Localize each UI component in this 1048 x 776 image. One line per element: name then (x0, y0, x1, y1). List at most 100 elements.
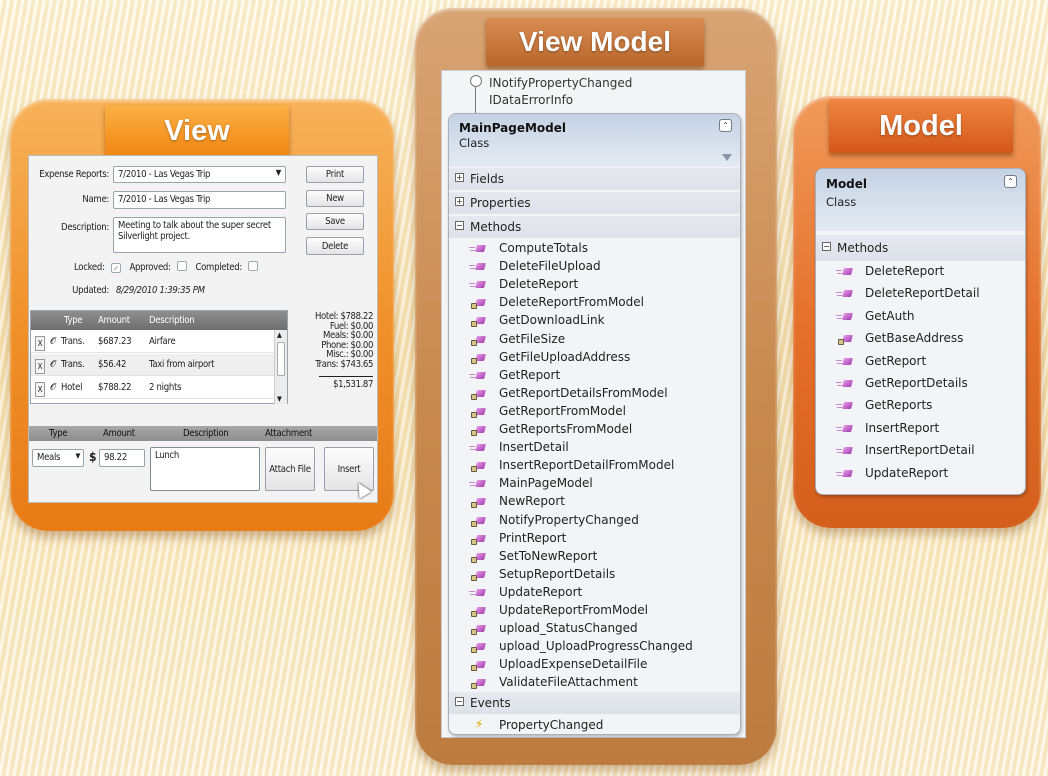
model-method-item[interactable]: DeleteReport (865, 264, 944, 278)
method-icon (471, 496, 487, 509)
method-icon (471, 515, 487, 527)
view-model-method-item[interactable]: GetFileSize (499, 332, 565, 346)
print-button[interactable]: Print (306, 166, 364, 183)
view-model-method-item[interactable]: ComputeTotals (499, 241, 588, 255)
view-model-method-item[interactable]: UpdateReport (499, 585, 582, 599)
collapse-icon[interactable]: ⌃ (719, 119, 732, 132)
approved-checkbox[interactable] (177, 261, 188, 271)
view-model-method-item[interactable]: NewReport (499, 494, 565, 508)
collapse-icon[interactable]: ⌃ (1004, 175, 1017, 188)
method-icon (469, 243, 487, 255)
section-label: Methods (470, 220, 522, 234)
view-model-method-item[interactable]: SetToNewReport (499, 549, 597, 563)
entry-column-description: Description (183, 428, 229, 439)
model-method-item[interactable]: InsertReport (865, 421, 939, 435)
view-model-method-item[interactable]: DeleteFileUpload (499, 259, 601, 273)
currency-symbol: $ (89, 450, 97, 464)
view-model-method-item[interactable]: PrintReport (499, 531, 566, 545)
method-icon (471, 605, 487, 617)
view-model-method-item[interactable]: UpdateReportFromModel (499, 603, 648, 617)
delete-row-button[interactable]: X (35, 359, 45, 374)
view-model-method-item[interactable]: SetupReportDetails (499, 567, 615, 581)
expand-icon[interactable]: + (455, 173, 464, 182)
table-row[interactable]: X 𝒪 Trans. $56.42 Taxi from airport (31, 354, 275, 376)
view-model-tab: View Model (486, 18, 704, 66)
paperclip-icon[interactable]: 𝒪 (50, 382, 56, 393)
table-row[interactable]: X 𝒪 Trans. $687.23 Airfare (31, 331, 275, 353)
scroll-up-icon[interactable]: ▲ (277, 331, 282, 339)
model-method-item[interactable]: GetBaseAddress (865, 331, 963, 345)
row-description: 2 nights (149, 382, 182, 393)
view-model-method-item[interactable]: GetReport (499, 368, 560, 382)
view-model-method-item[interactable]: GetFileUploadAddress (499, 350, 630, 364)
description-field[interactable]: Meeting to talk about the super secret S… (113, 217, 286, 253)
attach-file-button[interactable]: Attach File (265, 447, 315, 491)
model-method-item[interactable]: GetReportDetails (865, 376, 968, 390)
model-method-item[interactable]: GetAuth (865, 309, 915, 323)
section-label: Methods (837, 241, 889, 255)
view-model-method-item[interactable]: ValidateFileAttachment (499, 675, 638, 689)
model-methods-section-header[interactable]: − Methods (816, 235, 1025, 261)
scroll-down-icon[interactable]: ▼ (277, 395, 282, 403)
view-tab: View (105, 105, 289, 157)
view-model-method-item[interactable]: GetReportDetailsFromModel (499, 386, 668, 400)
view-model-method-item[interactable]: upload_UploadProgressChanged (499, 639, 693, 653)
status-row: Locked: ✓ Approved: Completed: (74, 261, 259, 273)
row-amount: $788.22 (98, 382, 132, 393)
new-button[interactable]: New (306, 190, 364, 207)
scroll-thumb[interactable] (277, 342, 285, 376)
chevron-down-icon: ▼ (275, 168, 282, 177)
expense-reports-dropdown[interactable]: 7/2010 - Las Vegas Trip ▼ (113, 166, 286, 183)
view-model-method-item[interactable]: UploadExpenseDetailFile (499, 657, 647, 671)
delete-row-button[interactable]: X (35, 382, 45, 397)
delete-row-button[interactable]: X (35, 336, 45, 351)
event-propertychanged[interactable]: PropertyChanged (499, 718, 603, 732)
view-model-method-item[interactable]: NotifyPropertyChanged (499, 513, 639, 527)
model-method-item[interactable]: InsertReportDetail (865, 443, 975, 457)
model-method-item[interactable]: DeleteReportDetail (865, 286, 980, 300)
completed-checkbox[interactable] (248, 261, 259, 271)
method-icon (838, 333, 854, 346)
grid-column-amount: Amount (98, 315, 130, 326)
events-section-header[interactable]: − Events (449, 692, 740, 714)
view-model-method-item[interactable]: GetDownloadLink (499, 313, 605, 327)
view-model-method-item[interactable]: DeleteReport (499, 277, 578, 291)
table-row[interactable]: X 𝒪 Hotel $788.22 2 nights (31, 377, 275, 399)
fields-section-header[interactable]: + Fields (449, 168, 740, 190)
paperclip-icon[interactable]: 𝒪 (50, 359, 56, 370)
collapse-section-icon[interactable]: − (822, 242, 831, 251)
entry-description-field[interactable]: Lunch (150, 447, 260, 491)
view-model-method-item[interactable]: GetReportsFromModel (499, 422, 632, 436)
entry-type-dropdown[interactable]: Meals ▼ (32, 449, 84, 467)
collapse-section-icon[interactable]: − (455, 221, 464, 230)
properties-section-header[interactable]: + Properties (449, 192, 740, 214)
expand-icon[interactable]: + (455, 197, 464, 206)
grid-column-description: Description (149, 315, 195, 326)
save-button[interactable]: Save (306, 213, 364, 230)
delete-button[interactable]: Delete (306, 237, 364, 255)
paperclip-icon[interactable]: 𝒪 (50, 336, 56, 347)
view-model-method-item[interactable]: DeleteReportFromModel (499, 295, 644, 309)
locked-checkbox[interactable]: ✓ (111, 263, 122, 273)
view-model-method-item[interactable]: MainPageModel (499, 476, 593, 490)
view-model-method-item[interactable]: InsertReportDetailFromModel (499, 458, 674, 472)
filter-icon[interactable] (722, 154, 732, 161)
mainpagemodel-class-box: MainPageModel Class ⌃ + Fields + Propert… (448, 113, 741, 735)
view-model-method-item[interactable]: InsertDetail (499, 440, 569, 454)
method-icon (471, 424, 487, 436)
name-field[interactable]: 7/2010 - Las Vegas Trip (113, 191, 286, 209)
row-type: Trans. (61, 336, 85, 347)
row-type: Trans. (61, 359, 85, 370)
methods-section-header[interactable]: − Methods (449, 216, 740, 238)
view-model-method-item[interactable]: GetReportFromModel (499, 404, 626, 418)
model-method-item[interactable]: GetReport (865, 354, 926, 368)
model-method-item[interactable]: GetReports (865, 398, 932, 412)
model-method-item[interactable]: UpdateReport (865, 466, 948, 480)
collapse-section-icon[interactable]: − (455, 697, 464, 706)
expense-details-grid: Type Amount Description X 𝒪 Trans. $687.… (30, 310, 288, 404)
entry-amount-field[interactable]: 98.22 (99, 449, 145, 467)
grid-scrollbar[interactable]: ▲ ▼ (274, 330, 287, 404)
view-model-method-item[interactable]: upload_StatusChanged (499, 621, 638, 635)
model-class-box: Model Class ⌃ − Methods DeleteReport Dele… (815, 168, 1026, 495)
method-icon (471, 406, 487, 418)
